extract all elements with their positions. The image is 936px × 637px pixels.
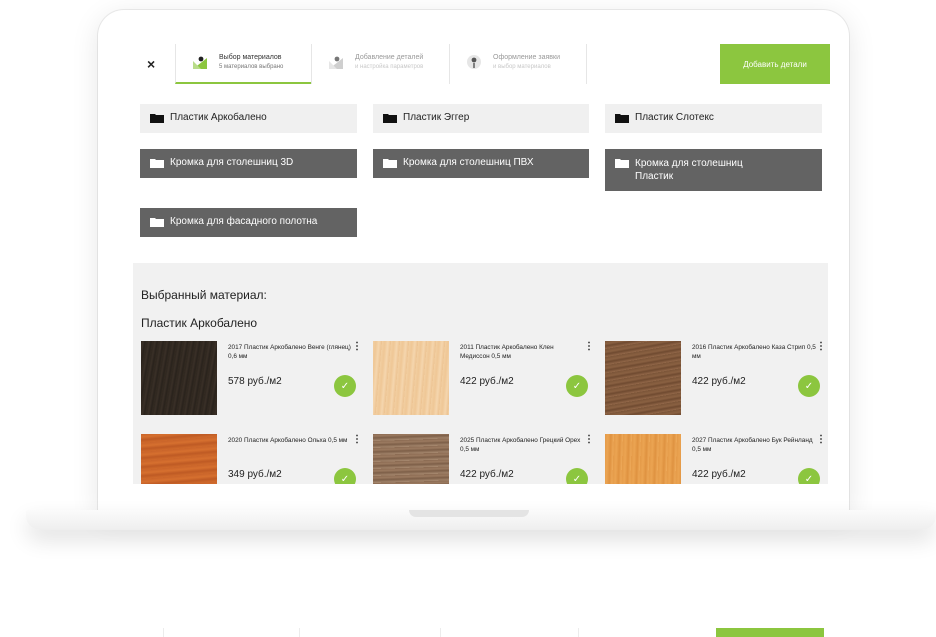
- material-name: 2017 Пластик Аркобалено Венге (глянец) 0…: [228, 344, 351, 360]
- material-card[interactable]: 2016 Пластик Аркобалено Каза Стрип 0,5 м…: [605, 341, 826, 415]
- folder-edge-pvc[interactable]: Кромка для столешниц ПВХ: [373, 149, 589, 178]
- reflection-divider: [578, 628, 579, 637]
- add-details-button[interactable]: Добавить детали: [720, 44, 830, 84]
- more-menu-icon[interactable]: ⋮: [584, 341, 594, 352]
- material-swatch: [605, 434, 681, 484]
- material-price: 349 руб./м2: [228, 469, 282, 480]
- material-swatch: [141, 434, 217, 484]
- material-card[interactable]: 2025 Пластик Аркобалено Грецкий Орех 0,5…: [373, 434, 594, 484]
- material-name: 2016 Пластик Аркобалено Каза Стрип 0,5 м…: [692, 344, 816, 360]
- check-icon[interactable]: ✓: [334, 468, 356, 484]
- folder-label: Кромка для столешниц Пластик: [635, 158, 743, 182]
- material-price: 422 руб./м2: [460, 469, 514, 480]
- steps-bar: × Выбор материалов 5 материалов выбрано …: [117, 44, 831, 84]
- folder-label: Пластик Эггер: [403, 112, 470, 123]
- reflection-divider: [299, 628, 300, 637]
- step-details[interactable]: Добавление деталей и настройка параметро…: [311, 44, 449, 84]
- folder-plastic-arcobaleno[interactable]: Пластик Аркобалено: [140, 104, 357, 133]
- material-card[interactable]: 2020 Пластик Аркобалено Ольха 0,5 мм ⋮ 3…: [141, 434, 362, 484]
- folder-plastic-egger[interactable]: Пластик Эггер: [373, 104, 589, 133]
- material-card[interactable]: 2011 Пластик Аркобалено Клен Медиссон 0,…: [373, 341, 594, 415]
- material-name: 2020 Пластик Аркобалено Ольха 0,5 мм: [228, 437, 348, 444]
- app-screen: × Выбор материалов 5 материалов выбрано …: [117, 28, 831, 484]
- step-title: Выбор материалов: [219, 54, 282, 61]
- material-swatch: [605, 341, 681, 415]
- folder-edge-facade[interactable]: Кромка для фасадного полотна: [140, 208, 357, 237]
- step-title: Добавление деталей: [355, 54, 424, 61]
- more-menu-icon[interactable]: ⋮: [816, 341, 826, 352]
- material-card[interactable]: 2027 Пластик Аркобалено Бук Рейнланд 0,5…: [605, 434, 826, 484]
- order-step-icon: [467, 55, 481, 69]
- folder-icon: [383, 159, 397, 168]
- material-swatch: [141, 341, 217, 415]
- check-icon[interactable]: ✓: [798, 375, 820, 397]
- check-icon[interactable]: ✓: [566, 375, 588, 397]
- reflection-divider: [163, 628, 164, 637]
- selected-heading: Выбранный материал:: [141, 288, 267, 302]
- step-subtitle: 5 материалов выбрано: [219, 64, 284, 70]
- folder-icon: [150, 159, 164, 168]
- material-card[interactable]: 2017 Пластик Аркобалено Венге (глянец) 0…: [141, 341, 362, 415]
- step-order[interactable]: Оформление заявки и выбор материалов: [449, 44, 587, 84]
- material-price: 422 руб./м2: [692, 469, 746, 480]
- selected-materials-panel: Выбранный материал: Пластик Аркобалено 2…: [133, 263, 828, 484]
- folder-label: Пластик Слотекс: [635, 112, 714, 123]
- folder-edge-plastic[interactable]: Кромка для столешниц Пластик: [605, 149, 822, 191]
- folder-edge-3d[interactable]: Кромка для столешниц 3D: [140, 149, 357, 178]
- material-swatch: [373, 341, 449, 415]
- details-step-icon: [329, 56, 343, 69]
- reflection-bar: [150, 628, 830, 637]
- folder-icon: [615, 159, 629, 168]
- laptop-notch: [409, 510, 529, 517]
- material-name: 2027 Пластик Аркобалено Бук Рейнланд 0,5…: [692, 437, 813, 453]
- material-price: 422 руб./м2: [692, 376, 746, 387]
- step-materials[interactable]: Выбор материалов 5 материалов выбрано: [175, 44, 311, 84]
- step-title: Оформление заявки: [493, 54, 560, 61]
- more-menu-icon[interactable]: ⋮: [352, 341, 362, 352]
- folder-label: Кромка для столешниц ПВХ: [403, 157, 534, 168]
- reflection-divider: [440, 628, 441, 637]
- materials-step-icon: [193, 56, 207, 69]
- material-name: 2025 Пластик Аркобалено Грецкий Орех 0,5…: [460, 437, 581, 453]
- folder-label: Пластик Аркобалено: [170, 112, 267, 123]
- check-icon[interactable]: ✓: [798, 468, 820, 484]
- folder-icon: [615, 114, 629, 123]
- step-subtitle: и настройка параметров: [355, 64, 424, 70]
- selected-group-title: Пластик Аркобалено: [141, 316, 258, 330]
- folder-icon: [150, 218, 164, 227]
- more-menu-icon[interactable]: ⋮: [584, 434, 594, 445]
- folder-plastic-slotex[interactable]: Пластик Слотекс: [605, 104, 822, 133]
- close-button[interactable]: ×: [147, 56, 155, 72]
- folder-label: Кромка для столешниц 3D: [170, 157, 294, 168]
- material-name: 2011 Пластик Аркобалено Клен Медиссон 0,…: [460, 344, 554, 360]
- page: × Выбор материалов 5 материалов выбрано …: [0, 0, 936, 637]
- folder-icon: [150, 114, 164, 123]
- material-price: 422 руб./м2: [460, 376, 514, 387]
- more-menu-icon[interactable]: ⋮: [352, 434, 362, 445]
- more-menu-icon[interactable]: ⋮: [816, 434, 826, 445]
- folder-label: Кромка для фасадного полотна: [170, 216, 318, 227]
- reflection-button: [716, 628, 824, 637]
- material-swatch: [373, 434, 449, 484]
- step-subtitle: и выбор материалов: [493, 64, 551, 70]
- check-icon[interactable]: ✓: [566, 468, 588, 484]
- folder-icon: [383, 114, 397, 123]
- check-icon[interactable]: ✓: [334, 375, 356, 397]
- material-price: 578 руб./м2: [228, 376, 282, 387]
